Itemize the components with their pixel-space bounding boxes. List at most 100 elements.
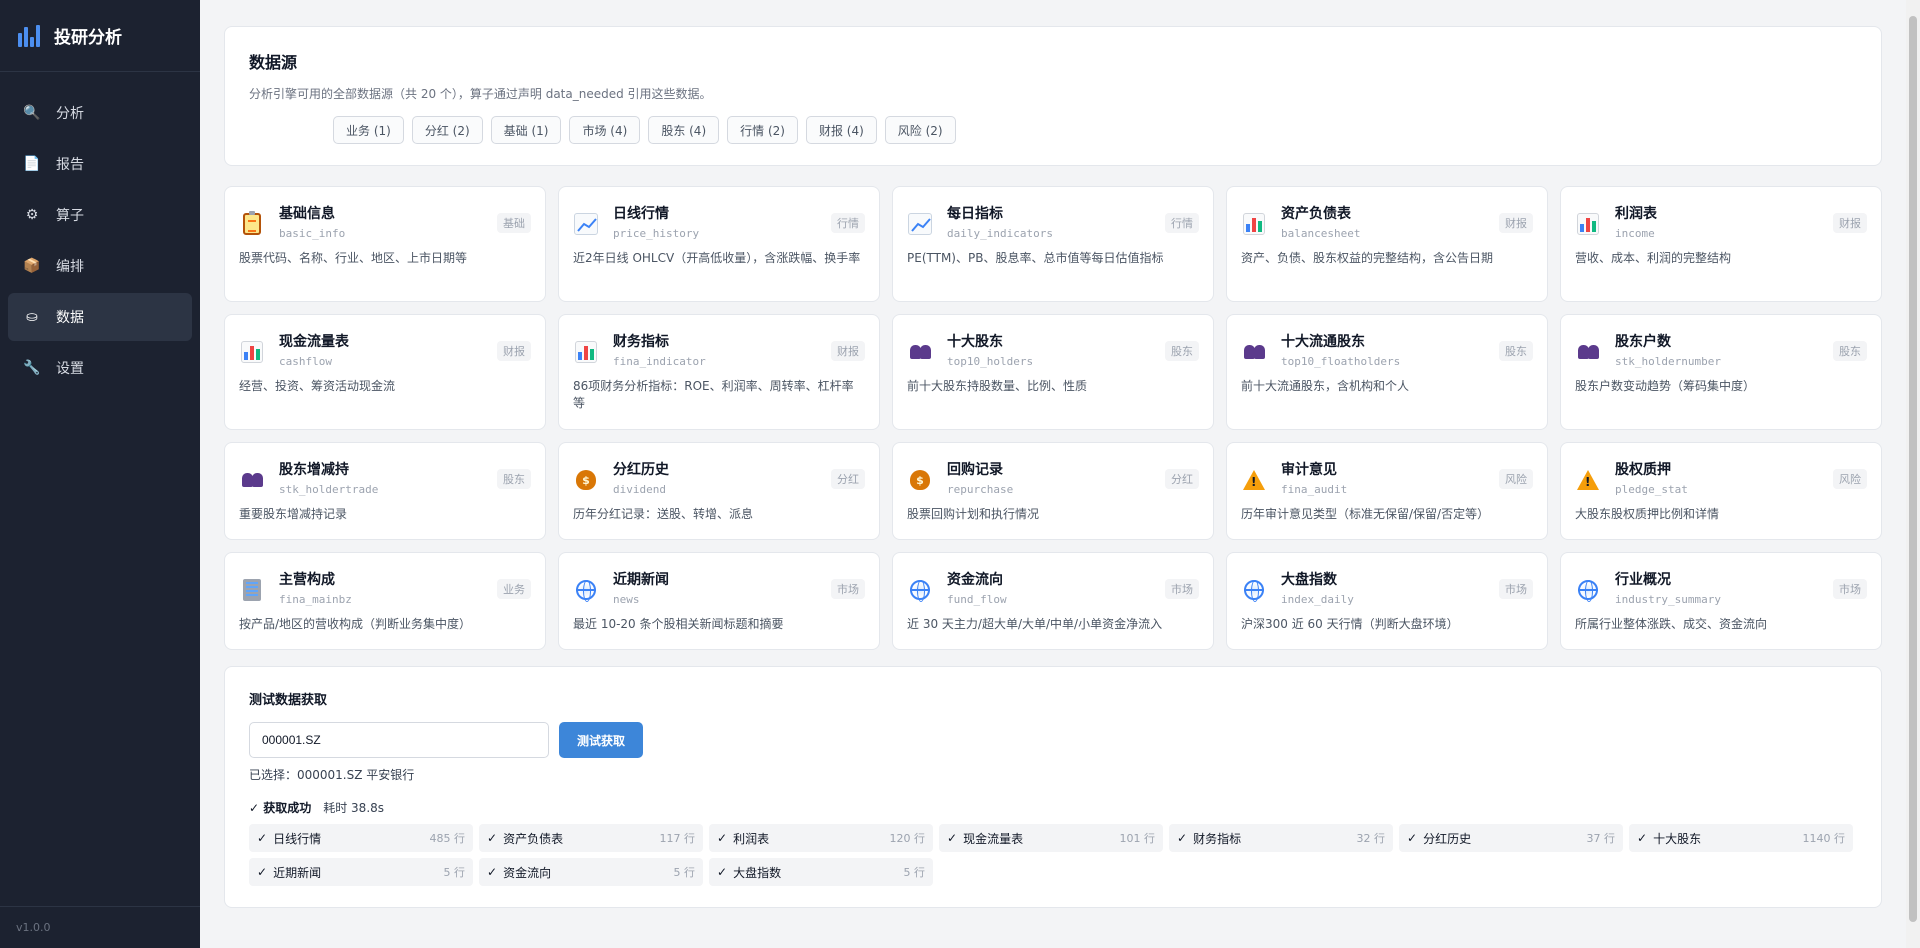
datasource-description: 前十大股东持股数量、比例、性质: [907, 379, 1088, 393]
filter-chip[interactable]: 业务 (1): [333, 116, 404, 144]
scrollbar[interactable]: [1906, 0, 1920, 948]
datasource-code: top10_holders: [947, 355, 1034, 368]
fetch-status: ✓ 获取成功 耗时 38.8s: [249, 799, 1857, 816]
datasource-code: industry_summary: [1615, 593, 1721, 606]
datasource-card-daily_indicators[interactable]: 每日指标 daily_indicators 行情 PE(TTM)、PB、股息率、总市值…: [892, 186, 1214, 302]
datasource-code: repurchase: [947, 483, 1014, 496]
datasource-name: 近期新闻: [613, 572, 669, 588]
sidebar-item-5[interactable]: 🔧 设置: [8, 344, 192, 392]
datasource-card-fina_audit[interactable]: 审计意见 fina_audit 风险历年审计意见类型（标准无保留/保留/否定等）: [1226, 442, 1548, 540]
result-item: ✓ 近期新闻 5 行: [249, 858, 473, 886]
datasource-card-repurchase[interactable]: $ 回购记录 repurchase 分红 股票回购计划和执行情况: [892, 442, 1214, 540]
result-count: 5 行: [903, 866, 926, 879]
category-badge: 风险: [1833, 469, 1867, 489]
result-item: ✓ 资产负债表 117 行: [479, 824, 703, 852]
sidebar-item-4[interactable]: ⛀ 数据: [8, 293, 192, 341]
datasource-code: fund_flow: [947, 593, 1007, 606]
datasource-card-fund_flow[interactable]: 资金流向 fund_flow 市场近 30 天主力/超大单/大单/中单/小单资金净流…: [892, 552, 1214, 650]
people-icon: [907, 339, 933, 365]
result-count: 120 行: [889, 832, 926, 845]
datasource-description: 近2年日线 OHLCV（开高低收量），含涨跌幅、换手率: [573, 251, 861, 265]
sidebar-item-1[interactable]: 📄 报告: [8, 140, 192, 188]
datasource-card-index_daily[interactable]: 大盘指数 index_daily 市场 沪深300 近 60 天行情（判断大盘环境）: [1226, 552, 1548, 650]
datasource-card-balancesheet[interactable]: 资产负债表 balancesheet 财报 资产、负债、股东权益的完整结构，含公告日期: [1226, 186, 1548, 302]
datasource-card-fina_indicator[interactable]: 财务指标 fina_indicator 财报 86项财务分析指标：ROE、利润率、周转…: [558, 314, 880, 430]
filter-chip[interactable]: 行情 (2): [727, 116, 798, 144]
wrench-icon: 🔧: [23, 360, 41, 376]
category-badge: 市场: [1499, 579, 1533, 599]
package-icon: 📦: [23, 258, 41, 274]
filter-chip[interactable]: 风险 (2): [884, 116, 956, 144]
check-icon: ✓: [1407, 831, 1418, 845]
filter-chip[interactable]: 财报 (4): [805, 116, 877, 144]
filter-chip[interactable]: 分红 (2): [411, 116, 483, 144]
category-badge: 股东: [1499, 341, 1533, 361]
datasource-card-news[interactable]: 近期新闻 news 市场 最近 10-20 条个股相关新闻标题和摘要: [558, 552, 880, 650]
datasource-description: 历年分红记录：送股、转增、派息: [573, 507, 754, 521]
datasource-card-stk_holdernumber[interactable]: 股东户数 stk_holdernumber 股东 股东户数变动趋势（筹码集中度）: [1560, 314, 1882, 430]
bar-chart-icon: [1241, 211, 1267, 237]
category-filters: 业务 (1) 分红 (2) 基础 (1) 市场 (4) 股东 (4) 行情 (2) 财报 (…: [333, 116, 1857, 144]
globe-icon: [573, 577, 599, 603]
category-badge: 基础: [497, 213, 531, 233]
sidebar-item-2[interactable]: ⚙ 算子: [8, 191, 192, 239]
datasource-code: daily_indicators: [947, 227, 1053, 240]
building-icon: [239, 577, 265, 603]
datasource-card-top10_holders[interactable]: 十大股东 top10_holders 股东 前十大股东持股数量、比例、性质: [892, 314, 1214, 430]
datasource-name: 每日指标: [947, 206, 1003, 222]
gear-icon: ⚙: [25, 207, 39, 223]
datasource-description: 资产、负债、股东权益的完整结构，含公告日期: [1241, 251, 1494, 265]
result-item: ✓ 财务指标 32 行: [1169, 824, 1393, 852]
datasource-card-pledge_stat[interactable]: 股权质押 pledge_stat 风险大股东股权质押比例和详情: [1560, 442, 1882, 540]
datasource-code: cashflow: [279, 355, 332, 368]
datasource-card-stk_holdertrade[interactable]: 股东增减持 stk_holdertrade 股东 重要股东增减持记录: [224, 442, 546, 540]
sidebar-item-3[interactable]: 📦 编排: [8, 242, 192, 290]
filter-chip[interactable]: 基础 (1): [490, 116, 562, 144]
datasource-name: 财务指标: [613, 334, 669, 350]
magnifier-icon: 🔍: [23, 105, 41, 121]
datasource-card-income[interactable]: 利润表 income 财报 营收、成本、利润的完整结构: [1560, 186, 1882, 302]
datasource-name: 分红历史: [613, 462, 669, 478]
brand[interactable]: 投研分析: [0, 0, 200, 72]
datasource-code: fina_mainbz: [279, 593, 352, 606]
bar-chart-icon: [239, 339, 265, 365]
sidebar-item-0[interactable]: 🔍 分析: [8, 89, 192, 137]
datasource-name: 股权质押: [1615, 462, 1671, 478]
result-item: ✓ 大盘指数 5 行: [709, 858, 933, 886]
check-icon: ✓: [717, 831, 728, 845]
datasource-card-price_history[interactable]: 日线行情 price_history 行情 近2年日线 OHLCV（开高低收量），含涨…: [558, 186, 880, 302]
scrollbar-thumb[interactable]: [1909, 16, 1917, 922]
category-badge: 市场: [1833, 579, 1867, 599]
stock-code-input[interactable]: [249, 722, 549, 758]
sidebar-item-label: 设置: [56, 361, 84, 377]
result-name: 大盘指数: [733, 865, 782, 880]
datasource-card-basic_info[interactable]: 基础信息 basic_info 基础 股票代码、名称、行业、地区、上市日期等: [224, 186, 546, 302]
datasource-description: 重要股东增减持记录: [239, 507, 348, 521]
sidebar: 投研分析 🔍 分析 📄 报告 ⚙ 算子 📦 编排 ⛀ 数据 🔧 设置 v1.0.0: [0, 0, 200, 948]
result-name: 资金流向: [503, 865, 552, 880]
page-title: 数据源: [249, 53, 298, 72]
filter-chip[interactable]: 市场 (4): [569, 116, 641, 144]
datasource-name: 审计意见: [1281, 462, 1337, 478]
datasource-card-fina_mainbz[interactable]: 主营构成 fina_mainbz 业务 按产品/地区的营收构成（判断业务集中度）: [224, 552, 546, 650]
datasource-name: 回购记录: [947, 462, 1003, 478]
datasource-description: 86项财务分析指标：ROE、利润率、周转率、杠杆率等: [573, 379, 854, 410]
datasource-card-dividend[interactable]: $ 分红历史 dividend 分红 历年分红记录：送股、转增、派息: [558, 442, 880, 540]
datasource-card-industry_summary[interactable]: 行业概况 industry_summary 市场 所属行业整体涨跌、成交、资金流向: [1560, 552, 1882, 650]
check-icon: ✓: [947, 831, 958, 845]
result-name: 近期新闻: [273, 865, 322, 880]
filter-chip[interactable]: 股东 (4): [648, 116, 720, 144]
datasource-description: 股票回购计划和执行情况: [907, 507, 1040, 521]
category-badge: 市场: [831, 579, 865, 599]
test-fetch-button[interactable]: 测试获取: [559, 722, 644, 758]
datasource-code: balancesheet: [1281, 227, 1361, 240]
test-fetch-panel: 测试数据获取 测试获取 已选择：000001.SZ 平安银行 ✓ 获取成功耗时 …: [224, 666, 1882, 908]
datasource-name: 日线行情: [613, 206, 669, 222]
globe-icon: [907, 577, 933, 603]
category-badge: 市场: [1165, 579, 1199, 599]
clipboard-icon: [239, 211, 265, 237]
datasource-card-cashflow[interactable]: 现金流量表 cashflow 财报 经营、投资、筹资活动现金流: [224, 314, 546, 430]
datasource-description: 股东户数变动趋势（筹码集中度）: [1575, 379, 1756, 393]
datasource-card-top10_floatholders[interactable]: 十大流通股东 top10_floatholders 股东 前十大流通股东，含机构和个人: [1226, 314, 1548, 430]
result-count: 117 行: [659, 832, 696, 845]
